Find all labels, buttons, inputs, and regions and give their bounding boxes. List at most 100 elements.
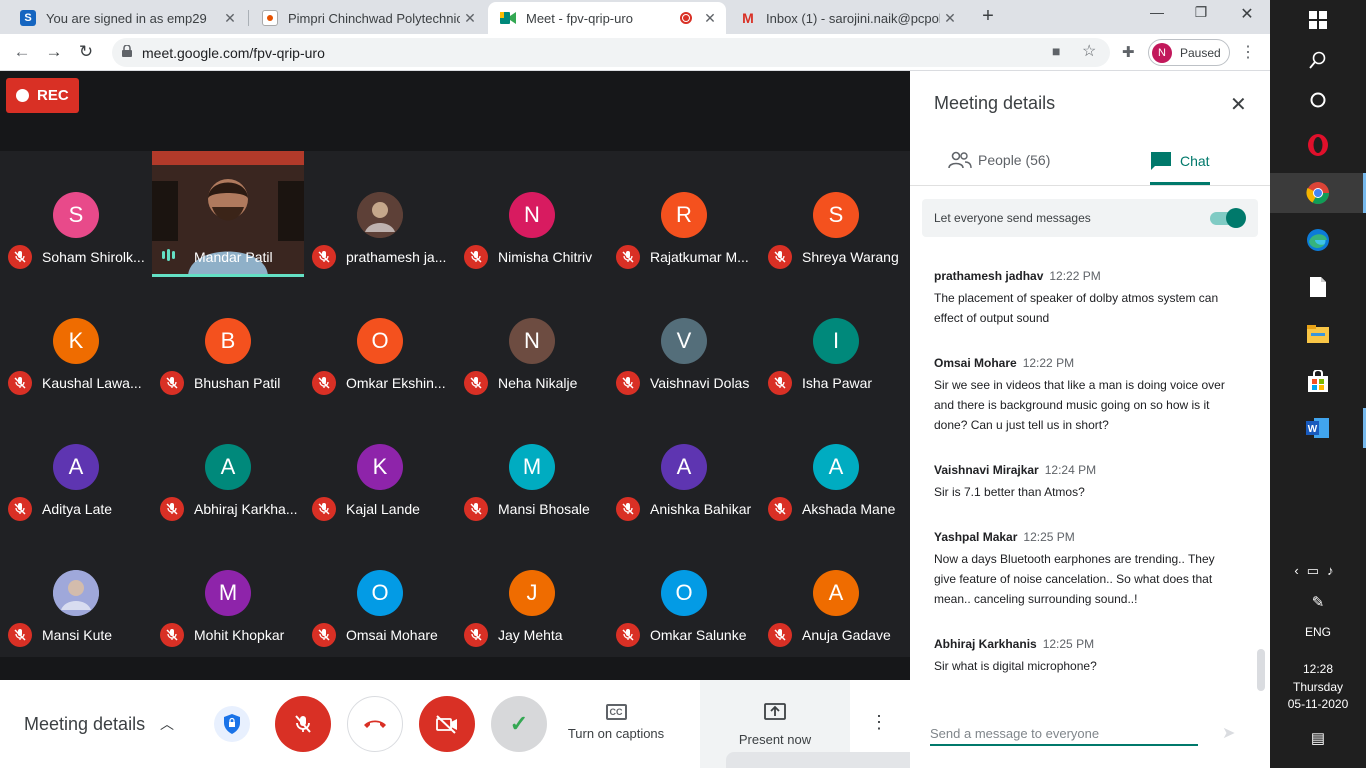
- file-explorer-icon[interactable]: [1270, 314, 1366, 354]
- participant-tile[interactable]: V Vaishnavi Dolas: [608, 277, 760, 403]
- chrome-icon[interactable]: [1270, 173, 1366, 213]
- participant-tile[interactable]: I Isha Pawar: [760, 277, 912, 403]
- participant-tile[interactable]: B Bhushan Patil: [152, 277, 304, 403]
- avatar: K: [53, 318, 99, 364]
- participant-tile[interactable]: prathamesh ja...: [304, 151, 456, 277]
- browser-menu-icon[interactable]: ⋮: [1240, 42, 1256, 62]
- window-close-icon[interactable]: ✕: [1232, 4, 1262, 24]
- camera-off-button[interactable]: [419, 696, 475, 752]
- participant-grid: S Soham Shirolk... Mandar Patil prathamesh …: [0, 151, 910, 657]
- muted-mic-icon: [160, 371, 184, 395]
- participant-tile[interactable]: K Kajal Lande: [304, 403, 456, 529]
- participant-name: Mohit Khopkar: [194, 627, 285, 643]
- close-icon[interactable]: ✕: [460, 10, 480, 27]
- back-arrow-icon[interactable]: ←: [12, 42, 32, 62]
- tab-signed-in[interactable]: S You are signed in as emp29 ✕: [8, 2, 246, 34]
- participant-tile[interactable]: M Mohit Khopkar: [152, 529, 304, 655]
- language-indicator[interactable]: ENG: [1270, 625, 1366, 639]
- windows-start-icon[interactable]: [1270, 0, 1366, 40]
- participant-name: prathamesh ja...: [346, 249, 447, 265]
- meeting-details-label[interactable]: Meeting details: [24, 714, 145, 735]
- chat-input[interactable]: [930, 722, 1198, 744]
- more-options-icon[interactable]: ⋮: [870, 712, 888, 733]
- participant-tile[interactable]: S Shreya Warang: [760, 151, 912, 277]
- chevron-left-icon[interactable]: ‹: [1294, 563, 1306, 578]
- leave-call-button[interactable]: [347, 696, 403, 752]
- tab-people[interactable]: People (56): [948, 151, 1050, 169]
- battery-icon[interactable]: ▭: [1307, 563, 1327, 578]
- avatar: M: [509, 444, 555, 490]
- toggle-switch[interactable]: [1226, 208, 1246, 228]
- close-icon[interactable]: ✕: [220, 10, 240, 27]
- pen-icon[interactable]: ✎: [1270, 593, 1366, 611]
- participant-tile[interactable]: Mandar Patil: [152, 151, 304, 277]
- system-tray-icons[interactable]: ‹▭♪: [1270, 563, 1366, 579]
- participant-tile[interactable]: O Omkar Salunke: [608, 529, 760, 655]
- message-text: Now a days Bluetooth earphones are trend…: [934, 552, 1215, 606]
- participant-tile[interactable]: S Soham Shirolk...: [0, 151, 152, 277]
- participant-name: Shreya Warang: [802, 249, 899, 265]
- participant-tile[interactable]: K Kaushal Lawa...: [0, 277, 152, 403]
- muted-mic-icon: [464, 623, 488, 647]
- forward-arrow-icon[interactable]: →: [44, 42, 64, 62]
- participant-tile[interactable]: A Abhiraj Karkha...: [152, 403, 304, 529]
- chat-compose-field[interactable]: [930, 722, 1198, 746]
- clock-time[interactable]: 12:28: [1270, 662, 1366, 676]
- tab-meet[interactable]: Meet - fpv-qrip-uro ✕: [488, 2, 726, 34]
- search-icon[interactable]: [1270, 40, 1366, 80]
- close-panel-icon[interactable]: ✕: [1230, 92, 1247, 117]
- edge-icon[interactable]: [1270, 220, 1366, 260]
- tab-title: Meet - fpv-qrip-uro: [526, 10, 633, 26]
- participant-tile[interactable]: M Mansi Bhosale: [456, 403, 608, 529]
- notifications-icon[interactable]: ▤: [1270, 729, 1366, 747]
- participant-tile[interactable]: Mansi Kute: [0, 529, 152, 655]
- address-bar[interactable]: meet.google.com/fpv-qrip-uro ■ ☆: [112, 38, 1110, 67]
- participant-tile[interactable]: J Jay Mehta: [456, 529, 608, 655]
- word-icon[interactable]: W: [1270, 408, 1366, 448]
- muted-mic-icon: [312, 245, 336, 269]
- participant-tile[interactable]: R Rajatkumar M...: [608, 151, 760, 277]
- new-tab-plus-icon[interactable]: +: [978, 5, 998, 29]
- participant-tile[interactable]: N Nimisha Chitriv: [456, 151, 608, 277]
- minimize-icon[interactable]: —: [1142, 4, 1172, 20]
- host-controls-shield-icon[interactable]: [214, 706, 250, 742]
- participant-tile[interactable]: A Aditya Late: [0, 403, 152, 529]
- document-icon[interactable]: [1270, 267, 1366, 307]
- profile-button[interactable]: N Paused: [1148, 39, 1230, 66]
- opera-icon[interactable]: [1270, 125, 1366, 165]
- extensions-puzzle-icon[interactable]: ✚: [1122, 43, 1135, 61]
- microsoft-store-icon[interactable]: [1270, 361, 1366, 401]
- send-icon[interactable]: ➤: [1222, 723, 1235, 743]
- message-time: 12:25 PM: [1023, 530, 1075, 544]
- muted-mic-icon: [464, 371, 488, 395]
- recording-badge: REC: [6, 78, 79, 113]
- bookmark-star-icon[interactable]: ☆: [1082, 41, 1096, 61]
- clock-date[interactable]: 05-11-2020: [1270, 697, 1366, 711]
- participant-tile[interactable]: N Neha Nikalje: [456, 277, 608, 403]
- chat-scrollbar[interactable]: [1257, 649, 1265, 691]
- participant-tile[interactable]: A Anishka Bahikar: [608, 403, 760, 529]
- reload-icon[interactable]: ↻: [76, 42, 96, 62]
- captions-button[interactable]: CC Turn on captions: [560, 702, 672, 741]
- chevron-up-icon[interactable]: ︿: [160, 714, 174, 734]
- close-icon[interactable]: ✕: [700, 10, 720, 27]
- divider: [910, 185, 1270, 186]
- tab-chat[interactable]: Chat: [1150, 151, 1210, 171]
- volume-icon[interactable]: ♪: [1327, 563, 1342, 578]
- tab-gmail[interactable]: M Inbox (1) - sarojini.naik@pcpolyte ✕: [728, 2, 966, 34]
- tab-polytechnic[interactable]: Pimpri Chinchwad Polytechnic ✕: [250, 2, 486, 34]
- participant-tile[interactable]: A Akshada Mane: [760, 403, 912, 529]
- cortana-icon[interactable]: [1270, 80, 1366, 120]
- chat-icon: [1151, 152, 1171, 170]
- camera-icon[interactable]: ■: [1052, 43, 1060, 59]
- confirm-button[interactable]: ✓: [491, 696, 547, 752]
- restore-icon[interactable]: ❐: [1186, 4, 1216, 21]
- message-sender: Yashpal Makar: [934, 530, 1018, 544]
- close-icon[interactable]: ✕: [940, 10, 960, 27]
- mic-off-button[interactable]: [275, 696, 331, 752]
- participant-name: Omkar Ekshin...: [346, 375, 446, 391]
- participant-tile[interactable]: O Omkar Ekshin...: [304, 277, 456, 403]
- participant-tile[interactable]: O Omsai Mohare: [304, 529, 456, 655]
- participant-tile[interactable]: A Anuja Gadave: [760, 529, 912, 655]
- clock-day[interactable]: Thursday: [1270, 680, 1366, 694]
